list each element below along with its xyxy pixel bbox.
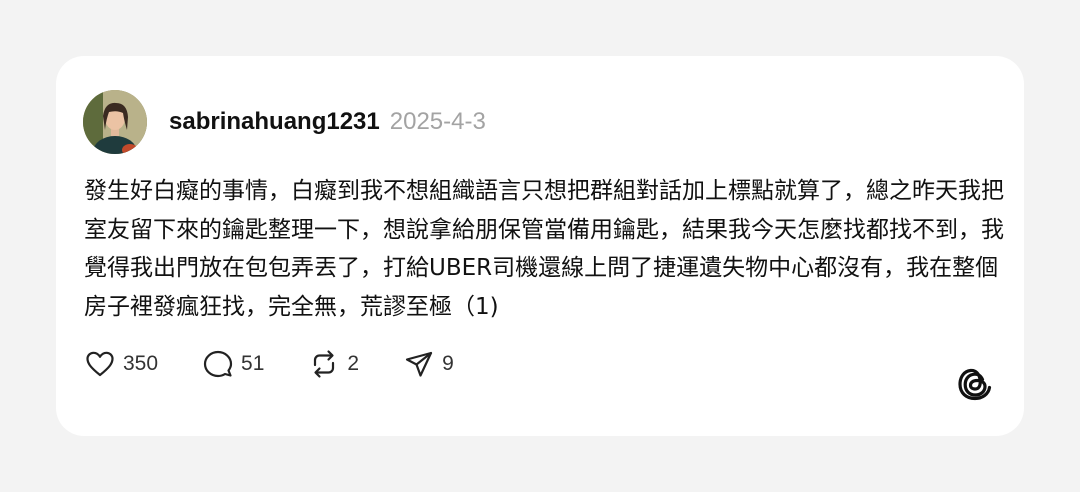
action-bar: 350 51 2 9 <box>84 348 498 380</box>
repost-count: 2 <box>347 352 360 375</box>
send-icon <box>405 351 433 377</box>
username[interactable]: sabrinahuang1231 <box>169 108 380 136</box>
repost-icon <box>314 350 335 378</box>
share-button[interactable]: 9 <box>403 348 454 380</box>
reply-count: 51 <box>241 352 265 375</box>
repost-button[interactable]: 2 <box>308 348 359 380</box>
post-header: sabrinahuang1231 2025-4-3 <box>83 90 486 154</box>
heart-icon <box>86 351 114 377</box>
like-count: 350 <box>123 352 159 375</box>
post-date: 2025-4-3 <box>389 108 486 135</box>
like-button[interactable]: 350 <box>84 348 158 380</box>
share-count: 9 <box>442 352 454 375</box>
threads-logo-icon <box>955 364 995 409</box>
post-text: 發生好白癡的事情，白癡到我不想組織語言只想把群組對話加上標點就算了，總之昨天我把… <box>84 178 1004 320</box>
speech-bubble-icon <box>203 350 233 378</box>
avatar[interactable] <box>83 90 147 154</box>
reply-button[interactable]: 51 <box>202 348 264 380</box>
post-card[interactable]: sabrinahuang1231 2025-4-3 發生好白癡的事情，白癡到我不… <box>56 56 1024 436</box>
